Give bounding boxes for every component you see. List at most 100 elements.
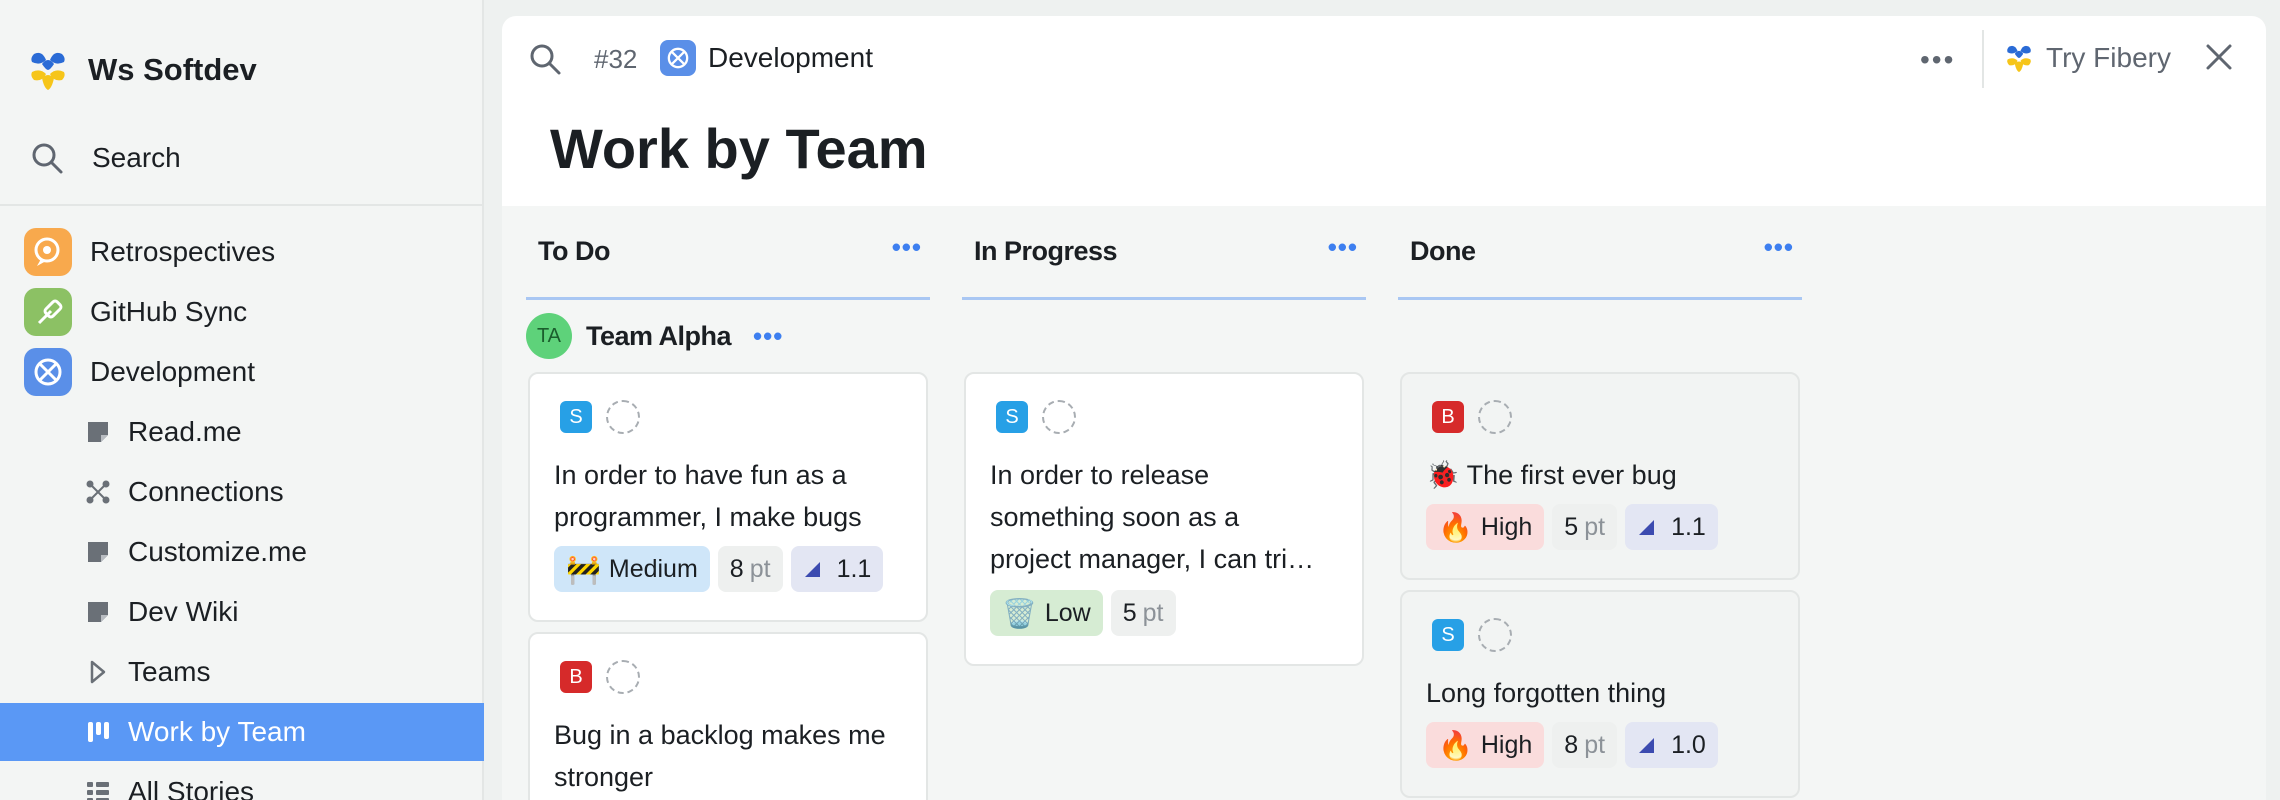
release-label: 1.1: [1671, 512, 1706, 541]
breadcrumb-database[interactable]: Development: [708, 42, 873, 74]
points-value: 8: [1564, 730, 1579, 759]
sidebar-item-work-by-team[interactable]: Work by Team: [0, 703, 484, 761]
list-icon: [84, 778, 112, 800]
workspace-name: Ws Softdev: [88, 52, 257, 87]
card-title: In order to release something soon as a …: [990, 454, 1350, 580]
type-badge: B: [560, 661, 592, 693]
construction-icon: 🚧: [566, 553, 601, 585]
release-label: 1.0: [1671, 730, 1706, 759]
type-badge: S: [560, 401, 592, 433]
view-header: #32 Development ••• Try Fibery Work by T…: [502, 16, 2266, 206]
release-chip[interactable]: 1.1: [1625, 504, 1718, 550]
priority-chip[interactable]: 🗑️ Low: [990, 590, 1103, 636]
sidebar-divider: [0, 204, 484, 206]
column-more-button[interactable]: •••: [892, 232, 922, 263]
sidebar: Ws Softdev Search Retrospectives GitHub …: [0, 0, 484, 800]
priority-chip[interactable]: 🚧 Medium: [554, 546, 710, 592]
release-icon: [804, 562, 820, 577]
close-icon[interactable]: [2202, 40, 2236, 74]
points-chip[interactable]: 5 pt: [1110, 590, 1176, 636]
points-chip[interactable]: 8 pt: [1552, 722, 1618, 768]
type-badge: S: [1432, 619, 1464, 651]
assignee-placeholder[interactable]: [606, 660, 640, 694]
try-fibery-button[interactable]: Try Fibery: [2002, 38, 2171, 78]
release-chip[interactable]: 1.0: [1625, 722, 1718, 768]
type-badge: B: [1432, 401, 1464, 433]
story-card[interactable]: S In order to release something soon as …: [964, 372, 1364, 666]
column-header-done[interactable]: Done •••: [1398, 222, 1802, 300]
bug-icon: [660, 40, 696, 76]
board-icon: [84, 718, 112, 746]
page-title: Work by Team: [550, 117, 928, 180]
sidebar-item-label: Dev Wiki: [128, 596, 239, 627]
assignee-placeholder[interactable]: [1478, 400, 1512, 434]
sidebar-item-label: All Stories: [128, 776, 255, 800]
priority-chip[interactable]: 🔥 High: [1426, 504, 1545, 550]
more-options-button[interactable]: •••: [1920, 44, 1955, 76]
priority-label: Medium: [608, 554, 698, 583]
sidebar-item-readme[interactable]: Read.me: [0, 403, 484, 461]
card-title-line: project manager, I can tri…: [990, 544, 1315, 574]
search-icon: [32, 143, 63, 174]
fire-icon: 🔥: [1438, 511, 1473, 543]
column-header-to-do[interactable]: To Do •••: [526, 222, 930, 300]
points-chip[interactable]: 5 pt: [1552, 504, 1618, 550]
priority-label: Low: [1044, 598, 1091, 627]
release-icon: [1639, 738, 1655, 753]
chevron-right-icon: [84, 658, 112, 686]
sidebar-item-all-stories[interactable]: All Stories: [0, 763, 484, 800]
sidebar-item-customizeme[interactable]: Customize.me: [0, 523, 484, 581]
document-icon: [84, 418, 112, 446]
card-title-line: something soon as a: [990, 502, 1240, 532]
points-value: 5: [1564, 512, 1579, 541]
bug-card[interactable]: B Bug in a backlog makes me stronger: [528, 632, 928, 800]
points-chip[interactable]: 8 pt: [717, 546, 783, 592]
type-badge: S: [996, 401, 1028, 433]
column-more-button[interactable]: •••: [1764, 232, 1794, 263]
column-title: To Do: [538, 236, 610, 266]
sidebar-item-label: Teams: [128, 656, 211, 687]
fibery-logo-icon: [2007, 45, 2031, 73]
lane-header-team-alpha[interactable]: TA Team Alpha •••: [526, 312, 783, 360]
wastebasket-icon: 🗑️: [1002, 597, 1037, 629]
sidebar-app-label: GitHub Sync: [90, 296, 248, 327]
card-title-line: In order to release: [990, 460, 1210, 490]
document-icon: [84, 598, 112, 626]
card-title: Long forgotten thing: [1426, 678, 1667, 708]
release-label: 1.1: [836, 554, 872, 583]
sidebar-app-retrospectives[interactable]: Retrospectives: [0, 223, 484, 281]
divider: [1982, 30, 1984, 88]
top-bar: #32 Development ••• Try Fibery: [502, 30, 2266, 88]
sidebar-item-teams[interactable]: Teams: [0, 643, 484, 701]
release-chip[interactable]: 1.1: [790, 546, 884, 592]
priority-label: High: [1480, 512, 1533, 541]
sidebar-item-label: Work by Team: [128, 716, 306, 747]
sidebar-search[interactable]: Search: [30, 136, 181, 180]
sidebar-item-label: Customize.me: [128, 536, 307, 567]
assignee-placeholder[interactable]: [1478, 618, 1512, 652]
sidebar-item-dev-wiki[interactable]: Dev Wiki: [0, 583, 484, 641]
points-unit: pt: [749, 554, 771, 583]
points-unit: pt: [1584, 730, 1606, 759]
sidebar-item-connections[interactable]: Connections: [0, 463, 484, 521]
search-icon[interactable]: [528, 42, 562, 76]
main-panel: #32 Development ••• Try Fibery Work by T…: [502, 16, 2266, 800]
card-title: Bug in a backlog makes me stronger: [554, 720, 886, 792]
lane-more-button[interactable]: •••: [753, 321, 783, 352]
column-header-in-progress[interactable]: In Progress •••: [962, 222, 1366, 300]
workspace-switcher[interactable]: Ws Softdev: [24, 44, 257, 96]
sidebar-app-github-sync[interactable]: GitHub Sync: [0, 283, 484, 341]
story-card[interactable]: S Long forgotten thing 🔥 High 8 pt 1.0: [1400, 590, 1800, 798]
sidebar-app-development[interactable]: Development: [0, 343, 484, 401]
column-title: Done: [1410, 236, 1476, 266]
column-more-button[interactable]: •••: [1328, 232, 1358, 263]
team-avatar: TA: [526, 313, 572, 359]
fibery-logo-icon: [31, 52, 65, 90]
bug-card[interactable]: B 🐞 The first ever bug 🔥 High 5 pt 1.1: [1400, 372, 1800, 580]
priority-chip[interactable]: 🔥 High: [1426, 722, 1545, 768]
story-card[interactable]: S In order to have fun as a programmer, …: [528, 372, 928, 622]
chat-bubble-icon: [24, 228, 72, 276]
assignee-placeholder[interactable]: [1042, 400, 1076, 434]
assignee-placeholder[interactable]: [606, 400, 640, 434]
points-unit: pt: [1584, 512, 1606, 541]
